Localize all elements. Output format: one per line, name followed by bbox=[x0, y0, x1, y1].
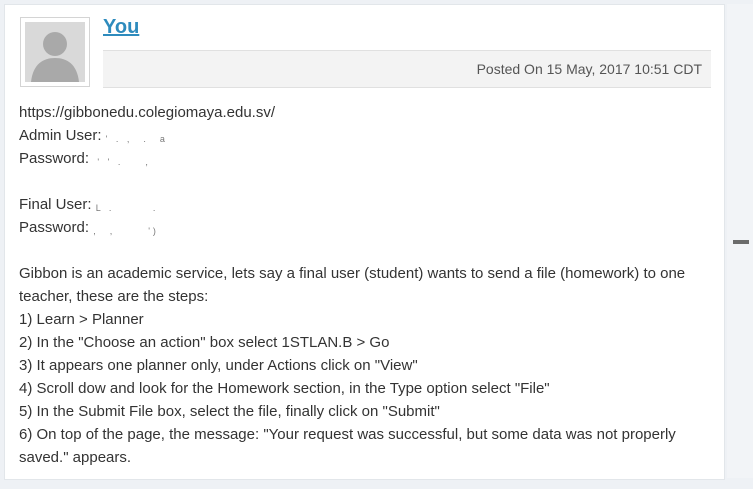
final-user-label: Final User: bbox=[19, 196, 92, 213]
intro-paragraph: Gibbon is an academic service, lets say … bbox=[19, 265, 686, 305]
final-password-line: Password: , , ') bbox=[19, 216, 715, 239]
author-name-link[interactable]: You bbox=[103, 16, 139, 39]
admin-user-line: Admin User: ' . , . a bbox=[19, 124, 715, 147]
admin-password-line: Password: ' ' . , bbox=[19, 147, 715, 170]
admin-user-label: Admin User: bbox=[19, 127, 102, 144]
redacted-value: L . . bbox=[95, 195, 196, 213]
final-password-label: Password: bbox=[19, 219, 90, 236]
comment-card: You Posted On 15 May, 2017 10:51 CDT htt… bbox=[4, 4, 725, 480]
post-meta-bar: Posted On 15 May, 2017 10:51 CDT bbox=[103, 50, 711, 88]
redacted-value: , , ') bbox=[93, 218, 194, 236]
step-item: 1) Learn > Planner bbox=[19, 311, 144, 328]
avatar bbox=[20, 17, 90, 87]
redacted-value: ' . , . a bbox=[105, 126, 206, 144]
post-body: https://gibbonedu.colegiomaya.edu.sv/ Ad… bbox=[19, 101, 715, 469]
final-user-line: Final User: L . . bbox=[19, 193, 715, 216]
step-item: 3) It appears one planner only, under Ac… bbox=[19, 357, 418, 374]
scroll-handle-icon[interactable] bbox=[733, 240, 749, 244]
step-item: 2) In the "Choose an action" box select … bbox=[19, 334, 390, 351]
redacted-value: ' ' . , bbox=[97, 149, 198, 167]
default-user-avatar-icon bbox=[25, 22, 85, 82]
posted-on-timestamp: Posted On 15 May, 2017 10:51 CDT bbox=[476, 61, 702, 77]
gibbon-url-text: https://gibbonedu.colegiomaya.edu.sv/ bbox=[19, 104, 276, 121]
step-item: 5) In the Submit File box, select the fi… bbox=[19, 403, 440, 420]
step-item: 4) Scroll dow and look for the Homework … bbox=[19, 380, 550, 397]
admin-password-label: Password: bbox=[19, 150, 90, 167]
comment-thread-page: You Posted On 15 May, 2017 10:51 CDT htt… bbox=[0, 0, 753, 489]
step-item: 6) On top of the page, the message: "You… bbox=[19, 426, 676, 466]
